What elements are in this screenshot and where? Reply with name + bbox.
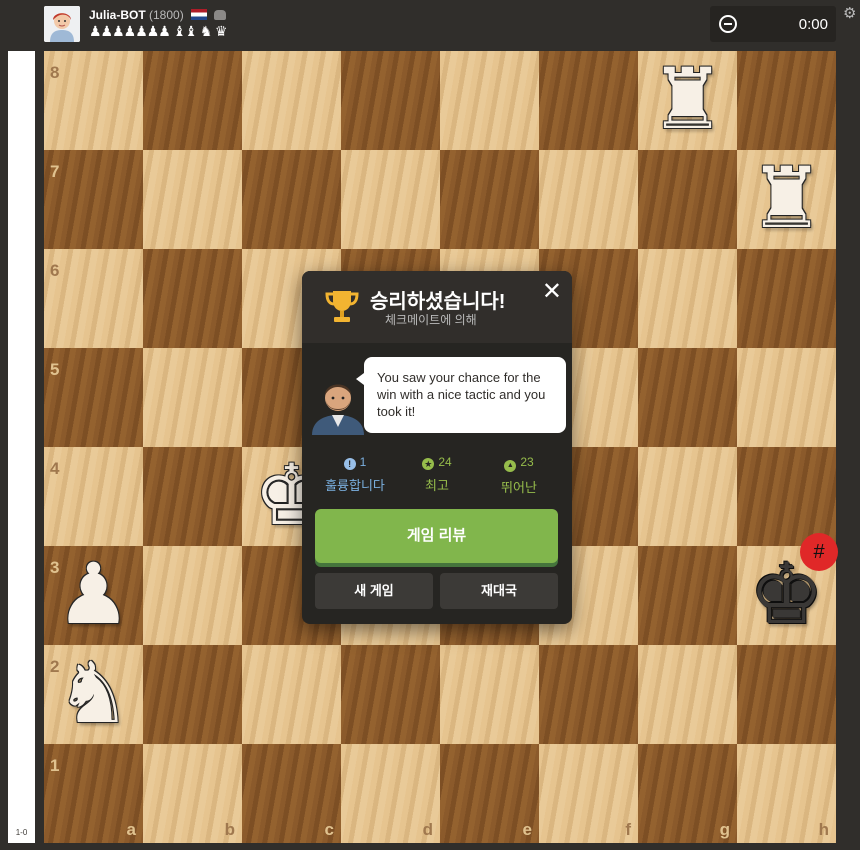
square-b5[interactable] <box>143 348 242 447</box>
captured-pieces: ♟♟♟♟♟♟♟ ♝♝ ♞ ♛ <box>89 24 227 40</box>
square-e7[interactable] <box>440 150 539 249</box>
player-name-line: Julia-BOT (1800) <box>89 8 227 22</box>
bot-icon <box>214 10 227 20</box>
modal-title: 승리하셨습니다! <box>370 291 506 313</box>
brilliant-icon: ! <box>343 458 356 470</box>
square-a6[interactable]: 6 <box>44 249 143 348</box>
square-b3[interactable] <box>143 546 242 645</box>
checkmate-icon: # <box>800 533 838 571</box>
rank-label: 6 <box>50 261 60 280</box>
evaluation-score: 1-0 <box>15 828 28 837</box>
square-f1[interactable]: f <box>539 744 638 843</box>
trophy-icon <box>325 291 359 322</box>
rank-label: 7 <box>50 162 60 181</box>
square-g4[interactable] <box>638 447 737 546</box>
square-a5[interactable]: 5 <box>44 348 143 447</box>
file-label: d <box>422 820 433 839</box>
file-label: a <box>126 820 136 839</box>
stat-great[interactable]: ▲ 23 뛰어난 <box>474 455 564 496</box>
stat-brilliant-count: 1 <box>359 455 367 469</box>
new-game-button[interactable]: 새 게임 <box>315 573 433 609</box>
square-h4[interactable] <box>737 447 836 546</box>
rank-label: 1 <box>50 756 60 775</box>
clock-time: 0:00 <box>798 16 828 33</box>
square-a4[interactable]: 4 <box>44 447 143 546</box>
square-h1[interactable]: h <box>737 744 836 843</box>
rank-label: 5 <box>50 360 60 379</box>
stat-best-label: 최고 <box>425 478 449 493</box>
square-e2[interactable] <box>440 645 539 744</box>
game-over-modal: 승리하셨습니다! 체크메이트에 의해 ✕ You saw your chance… <box>302 271 572 624</box>
square-d2[interactable] <box>341 645 440 744</box>
coach-message: You saw your chance for the win with a n… <box>377 370 546 419</box>
square-b4[interactable] <box>143 447 242 546</box>
file-label: f <box>625 820 631 839</box>
square-b8[interactable] <box>143 51 242 150</box>
file-label: b <box>224 820 235 839</box>
file-label: c <box>324 820 334 839</box>
rematch-button[interactable]: 재대국 <box>440 573 558 609</box>
great-icon: ▲ <box>504 460 517 472</box>
white-piece-a2[interactable]: ♞ <box>44 645 143 744</box>
white-piece-a3[interactable]: ♟ <box>44 546 143 645</box>
square-h2[interactable] <box>737 645 836 744</box>
stat-great-count: 23 <box>520 455 534 469</box>
netherlands-flag-icon <box>191 9 208 20</box>
rank-label: 4 <box>50 459 60 478</box>
square-d8[interactable] <box>341 51 440 150</box>
square-b1[interactable]: b <box>143 744 242 843</box>
file-label: h <box>818 820 829 839</box>
square-b2[interactable] <box>143 645 242 744</box>
square-g2[interactable] <box>638 645 737 744</box>
square-g6[interactable] <box>638 249 737 348</box>
square-b7[interactable] <box>143 150 242 249</box>
square-f2[interactable] <box>539 645 638 744</box>
modal-header: 승리하셨습니다! 체크메이트에 의해 ✕ <box>302 271 572 343</box>
square-f7[interactable] <box>539 150 638 249</box>
best-icon: ★ <box>422 458 435 470</box>
stat-brilliant[interactable]: ! 1 훌륭합니다 <box>310 455 400 494</box>
player-rating: (1800) <box>149 8 184 22</box>
timer-icon <box>719 15 737 33</box>
stat-best-count: 24 <box>438 455 452 469</box>
square-g7[interactable] <box>638 150 737 249</box>
square-c8[interactable] <box>242 51 341 150</box>
game-review-button[interactable]: 게임 리뷰 <box>315 509 558 563</box>
stat-great-label: 뛰어난 <box>501 480 537 495</box>
player-name[interactable]: Julia-BOT <box>89 8 146 22</box>
modal-subtitle: 체크메이트에 의해 <box>385 313 477 327</box>
square-e1[interactable]: e <box>440 744 539 843</box>
square-g5[interactable] <box>638 348 737 447</box>
square-b6[interactable] <box>143 249 242 348</box>
square-g1[interactable]: g <box>638 744 737 843</box>
game-clock: 0:00 <box>710 6 836 42</box>
player-avatar[interactable] <box>44 6 80 42</box>
stat-brilliant-label: 훌륭합니다 <box>325 478 385 493</box>
square-a7[interactable]: 7 <box>44 150 143 249</box>
stat-best[interactable]: ★ 24 최고 <box>392 455 482 494</box>
square-e8[interactable] <box>440 51 539 150</box>
square-a1[interactable]: 1a <box>44 744 143 843</box>
square-g3[interactable] <box>638 546 737 645</box>
square-a8[interactable]: 8 <box>44 51 143 150</box>
evaluation-bar: 1-0 <box>8 51 35 843</box>
file-label: g <box>719 820 730 839</box>
white-piece-g8[interactable]: ♜ <box>638 51 737 150</box>
rank-label: 8 <box>50 63 60 82</box>
square-h8[interactable] <box>737 51 836 150</box>
file-label: e <box>522 820 532 839</box>
square-c7[interactable] <box>242 150 341 249</box>
gear-icon[interactable]: ⚙ <box>843 6 856 21</box>
white-piece-h7[interactable]: ♜ <box>737 150 836 249</box>
square-h6[interactable] <box>737 249 836 348</box>
square-h5[interactable] <box>737 348 836 447</box>
square-c1[interactable]: c <box>242 744 341 843</box>
square-d7[interactable] <box>341 150 440 249</box>
coach-speech-bubble: You saw your chance for the win with a n… <box>356 357 566 433</box>
square-f8[interactable] <box>539 51 638 150</box>
close-icon[interactable]: ✕ <box>542 277 562 305</box>
player-bar: Julia-BOT (1800) ♟♟♟♟♟♟♟ ♝♝ ♞ ♛ 0:00 ⚙ <box>0 0 860 46</box>
square-c2[interactable] <box>242 645 341 744</box>
square-d1[interactable]: d <box>341 744 440 843</box>
